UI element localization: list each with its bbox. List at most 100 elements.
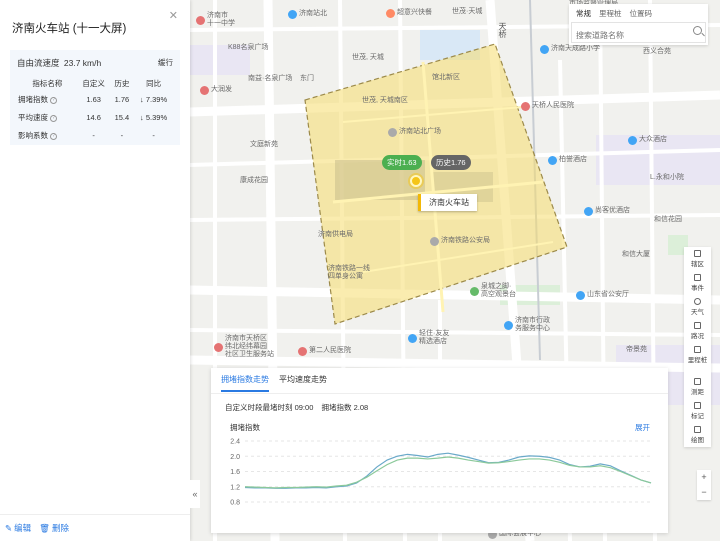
yoy-cell: - [152,131,155,140]
poi-label[interactable]: 和信花园 [654,216,682,224]
tab-regular[interactable]: 常规 [576,8,591,19]
poi-label[interactable]: 天桥人民医院 [521,102,574,111]
column-header: 自定义 [82,79,105,88]
poi-label[interactable]: 康成花园 [240,177,268,185]
help-icon[interactable]: ? [50,132,57,140]
tool-milestone[interactable]: 里程桩 [684,343,711,367]
poi-marker-icon [470,286,479,296]
poi-label[interactable]: 馆北新区 [432,74,460,82]
station-label[interactable]: 济南火车站 [418,194,477,211]
congestion-line-chart: 2.4 2.0 1.6 1.2 0.8 [230,439,652,507]
y-tick-label: 2.0 [230,454,240,461]
row-name: 影响系数 [18,131,48,140]
poi-label[interactable]: 济南站北广场 [388,128,441,137]
column-header: 指标名称 [32,79,63,88]
close-icon[interactable]: ✕ [169,9,178,22]
help-icon[interactable]: ? [50,114,57,122]
delete-button[interactable]: 🗑 删除 [39,522,69,534]
tab-milestone[interactable]: 里程桩 [599,8,622,19]
poi-label[interactable]: 泉城之脚· 高空观景台 [470,283,516,299]
poi-label[interactable]: 西义合苑 [643,48,671,56]
tool-traffic[interactable]: 路况 [684,319,711,343]
poi-label[interactable]: 世茂·天城 [452,8,482,16]
poi-label[interactable]: 济南供电局 [318,231,353,239]
collapse-panel-button[interactable]: « [190,480,200,508]
congestion-area-polygon[interactable] [303,42,569,327]
poi-marker-icon [540,45,549,54]
column-header: 同比 [146,79,162,88]
free-flow-label: 自由流速度 [17,58,60,68]
poi-marker-icon [200,86,209,95]
history-cell: 15.4 [114,113,130,122]
station-marker-icon[interactable] [410,175,422,187]
poi-marker-icon [288,10,297,19]
boundary-icon [694,250,701,257]
poi-label[interactable]: 济南市 十一中学 [196,12,235,28]
poi-label[interactable]: 世茂, 天城 [352,54,384,62]
tab-location-code[interactable]: 位置码 [630,8,653,19]
poi-label[interactable]: 文庭新苑 [250,141,278,149]
poi-label[interactable]: 大润发 [200,86,232,95]
search-input[interactable] [571,22,706,43]
tool-label: 测距 [691,389,704,396]
poi-label[interactable]: 帝景苑 [626,346,647,354]
poi-marker-icon [584,207,593,216]
poi-label[interactable]: 济南市行政 务服务中心 [504,317,550,333]
realtime-index-tag[interactable]: 实时1.63 [382,155,422,170]
poi-label[interactable]: 第二人民医院 [298,347,351,356]
poi-label[interactable]: 山东省公安厅 [576,291,629,300]
poi-label[interactable]: 超意兴快餐 [386,9,432,18]
history-index-tag[interactable]: 历史1.76 [431,155,471,170]
poi-label[interactable]: 济南铁路一线 四单身公寓 [328,265,370,281]
poi-label[interactable]: 大众酒店 [628,136,667,145]
row-name: 平均速度 [18,113,48,122]
y-tick-label: 2.4 [230,439,240,446]
tool-marker[interactable]: 标记 [684,399,711,423]
poi-label[interactable]: 柏誉酒店 [548,156,587,165]
row-name-cell: 拥堵指数? [18,94,77,112]
series-line-0[interactable] [244,452,652,489]
poi-marker-icon [504,320,513,330]
tool-ruler[interactable]: 测距 [684,375,711,399]
tool-label: 绘图 [691,437,704,444]
help-icon[interactable]: ? [50,96,57,104]
zoom-in-button[interactable]: + [701,470,706,485]
table-header-row: 指标名称 自定义 历史 同比 [18,78,174,94]
poi-label[interactable]: 济南市天桥区 纬北经纬幕园 社区卫生服务站 [214,335,274,359]
trash-icon: 🗑 [39,522,50,533]
panel-footer: ✎ 编辑 🗑 删除 [0,514,190,541]
poi-marker-icon [214,342,223,352]
tool-label: 里程桩 [687,357,708,364]
tool-label: 事件 [691,285,704,292]
edit-button[interactable]: ✎ 编辑 [5,522,31,534]
custom-cell: 14.6 [86,113,101,122]
tool-event[interactable]: 事件 [684,271,711,295]
free-flow-speed: 自由流速度 23.7 km/h [17,57,101,69]
table-row: 影响系数? - - - [18,130,174,148]
poi-marker-icon [521,102,530,111]
poi-label[interactable]: L.永和小院 [650,174,684,182]
poi-label[interactable]: 济南天成路小学 [540,45,600,54]
tool-label: 辖区 [691,261,704,268]
poi-label[interactable]: 尚客优酒店 [584,207,630,216]
tool-boundary[interactable]: 辖区 [684,247,711,271]
poi-label[interactable]: 济南铁路公安局 [430,237,490,246]
table-row: 平均速度? 14.6 15.4 ↓ 5.39% [18,112,174,130]
poi-label[interactable]: 和信大厦 [622,251,650,259]
ruler-icon [694,378,701,385]
pencil-icon: ✎ [5,522,13,533]
poi-label[interactable]: K88名泉广场 [228,44,268,52]
poi-marker-icon [298,347,307,356]
series-line-1[interactable] [244,456,652,489]
poi-label[interactable]: 轻住·友友 精选酒店 [408,330,449,346]
y-tick-label: 0.8 [230,500,240,507]
tool-draw[interactable]: 绘图 [684,423,711,447]
poi-marker-icon [196,15,205,25]
zoom-out-button[interactable]: − [701,485,706,500]
poi-label[interactable]: 世茂, 天城南区 [362,97,408,105]
search-icon[interactable] [693,26,702,35]
tool-weather[interactable]: 天气 [684,295,711,319]
poi-label[interactable]: 东门 [300,75,314,83]
poi-label[interactable]: 济南站北 [288,10,327,19]
poi-label[interactable]: 南益·名泉广场 [248,75,292,83]
